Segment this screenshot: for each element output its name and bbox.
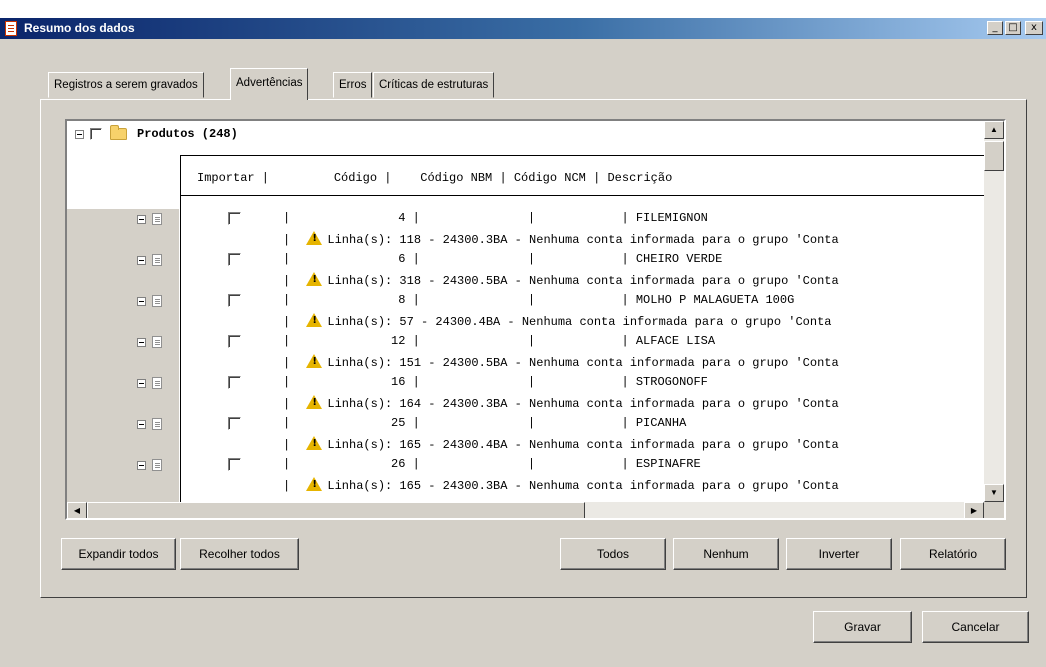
import-checkbox[interactable] <box>228 458 241 471</box>
record-icon <box>152 336 162 348</box>
select-all-button[interactable]: Todos <box>560 538 666 570</box>
tab-erros[interactable]: Erros <box>333 72 373 98</box>
row-record: | 25 | | | PICANHA <box>283 416 687 430</box>
record-icon <box>152 254 162 266</box>
collapse-toggle-icon[interactable] <box>137 419 146 429</box>
warnings-tree[interactable]: Produtos (248) Importar | Código | Códig… <box>65 119 1006 520</box>
save-button[interactable]: Gravar <box>813 611 912 643</box>
record-icon <box>152 418 162 430</box>
row-warning: | Linha(s): 164 - 24300.3BA - Nenhuma co… <box>283 395 839 411</box>
title-bar[interactable]: Resumo dos dados _ □ x <box>0 18 1046 39</box>
collapse-toggle-icon[interactable] <box>75 129 84 139</box>
table-row[interactable]: | 26 | | | ESPINAFRE | Linha(s): 165 - 2… <box>67 455 990 496</box>
row-warning: | Linha(s): 318 - 24300.5BA - Nenhuma co… <box>283 272 839 288</box>
tree-root[interactable]: Produtos (248) <box>75 125 238 141</box>
row-warning: | Linha(s): 57 - 24300.4BA - Nenhuma con… <box>283 313 832 329</box>
vertical-scrollbar[interactable]: ▲ ▼ <box>984 121 1004 502</box>
warning-icon <box>306 436 323 450</box>
table-row[interactable]: | 4 | | | FILEMIGNON | Linha(s): 118 - 2… <box>67 209 990 250</box>
table-row[interactable]: | 6 | | | CHEIRO VERDE | Linha(s): 318 -… <box>67 250 990 291</box>
warning-icon <box>306 354 323 368</box>
import-checkbox[interactable] <box>228 212 241 225</box>
folder-icon <box>110 125 127 140</box>
collapse-toggle-icon[interactable] <box>137 460 146 470</box>
row-record: | 8 | | | MOLHO P MALAGUETA 100G <box>283 293 795 307</box>
tab-criticas[interactable]: Críticas de estruturas <box>373 72 495 98</box>
cancel-button[interactable]: Cancelar <box>922 611 1029 643</box>
horizontal-scrollbar[interactable]: ◀ ▶ <box>67 502 984 518</box>
warning-icon <box>306 313 323 327</box>
maximize-button[interactable]: □ <box>1005 21 1021 35</box>
warning-icon <box>306 395 323 409</box>
row-record: | 6 | | | CHEIRO VERDE <box>283 252 723 266</box>
root-label: Produtos (248) <box>137 127 238 141</box>
close-button[interactable]: x <box>1025 21 1043 35</box>
collapse-toggle-icon[interactable] <box>137 255 146 265</box>
expand-all-button[interactable]: Expandir todos <box>61 538 176 570</box>
record-icon <box>152 213 162 225</box>
row-warning: | Linha(s): 118 - 24300.3BA - Nenhuma co… <box>283 231 839 247</box>
record-icon <box>152 377 162 389</box>
row-warning: | Linha(s): 151 - 24300.5BA - Nenhuma co… <box>283 354 839 370</box>
table-row[interactable]: | 25 | | | PICANHA | Linha(s): 165 - 243… <box>67 414 990 455</box>
scroll-down-button[interactable]: ▼ <box>984 484 1004 502</box>
invert-selection-button[interactable]: Inverter <box>786 538 892 570</box>
grid-header-top-border <box>180 155 990 156</box>
tab-advertencias[interactable]: Advertências <box>230 68 309 100</box>
grid-header-bottom-border <box>180 195 990 196</box>
table-row[interactable]: | 16 | | | STROGONOFF | Linha(s): 164 - … <box>67 373 990 414</box>
row-record: | 26 | | | ESPINAFRE <box>283 457 701 471</box>
horizontal-scroll-thumb[interactable] <box>87 502 585 518</box>
warning-icon <box>306 231 323 245</box>
row-warning: | Linha(s): 165 - 24300.4BA - Nenhuma co… <box>283 436 839 452</box>
warning-icon <box>306 272 323 286</box>
scrollbar-corner <box>984 502 1004 518</box>
tab-registros[interactable]: Registros a serem gravados <box>48 72 204 98</box>
import-checkbox[interactable] <box>228 376 241 389</box>
import-checkbox[interactable] <box>228 294 241 307</box>
summary-dialog: Resumo dos dados _ □ x Registros a serem… <box>0 0 1046 667</box>
report-button[interactable]: Relatório <box>900 538 1006 570</box>
scroll-right-button[interactable]: ▶ <box>964 502 984 518</box>
document-icon <box>5 21 17 36</box>
import-checkbox[interactable] <box>228 335 241 348</box>
scroll-left-button[interactable]: ◀ <box>67 502 87 518</box>
table-row[interactable]: | 12 | | | ALFACE LISA | Linha(s): 151 -… <box>67 332 990 373</box>
row-record: | 16 | | | STROGONOFF <box>283 375 708 389</box>
table-row[interactable]: | 8 | | | MOLHO P MALAGUETA 100G | Linha… <box>67 291 990 332</box>
collapse-toggle-icon[interactable] <box>137 296 146 306</box>
row-record: | 12 | | | ALFACE LISA <box>283 334 716 348</box>
collapse-toggle-icon[interactable] <box>137 378 146 388</box>
warning-rows: | 4 | | | FILEMIGNON | Linha(s): 118 - 2… <box>67 209 990 496</box>
root-checkbox[interactable] <box>90 128 102 140</box>
import-checkbox[interactable] <box>228 253 241 266</box>
collapse-all-button[interactable]: Recolher todos <box>180 538 299 570</box>
collapse-toggle-icon[interactable] <box>137 214 146 224</box>
row-record: | 4 | | | FILEMIGNON <box>283 211 708 225</box>
row-warning: | Linha(s): 165 - 24300.3BA - Nenhuma co… <box>283 477 839 493</box>
record-icon <box>152 459 162 471</box>
scroll-up-button[interactable]: ▲ <box>984 121 1004 139</box>
record-icon <box>152 295 162 307</box>
minimize-button[interactable]: _ <box>987 21 1003 35</box>
select-none-button[interactable]: Nenhum <box>673 538 779 570</box>
import-checkbox[interactable] <box>228 417 241 430</box>
vertical-scroll-thumb[interactable] <box>984 141 1004 171</box>
desktop-strip <box>0 0 1046 18</box>
warning-icon <box>306 477 323 491</box>
grid-header: Importar | Código | Código NBM | Código … <box>197 171 673 185</box>
window-title: Resumo dos dados <box>24 21 135 35</box>
collapse-toggle-icon[interactable] <box>137 337 146 347</box>
